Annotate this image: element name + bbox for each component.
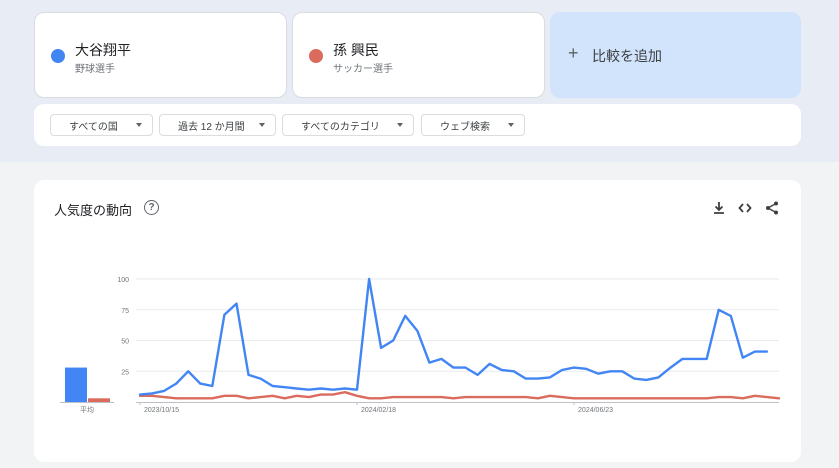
caret-down-icon — [136, 123, 142, 127]
category-filter-label: すべてのカテゴリ — [301, 121, 380, 133]
caret-down-icon — [397, 123, 403, 127]
y-tick-label: 25 — [121, 369, 129, 376]
interest-chart: 平均 25 50 75 100 2023/10/15 2024/02/18 2024/06/2… — [60, 277, 781, 414]
x-tick-label: 2023/10/15 — [144, 407, 179, 414]
category-filter[interactable]: すべてのカテゴリ — [282, 114, 414, 136]
country-filter[interactable]: すべての国 — [50, 114, 153, 136]
country-filter-label: すべての国 — [69, 121, 118, 133]
average-label: 平均 — [80, 405, 94, 414]
y-tick-label: 100 — [117, 277, 129, 284]
term-card-2[interactable]: 孫 興民 サッカー選手 — [292, 12, 545, 98]
caret-down-icon — [508, 123, 514, 127]
filter-bar: すべての国 過去 12 か月間 すべてのカテゴリ ウェブ検索 — [34, 104, 801, 146]
term-card-1[interactable]: 大谷翔平 野球選手 — [34, 12, 287, 98]
average-bar — [88, 398, 110, 402]
term-2-name: 孫 興民 — [333, 42, 379, 58]
period-filter[interactable]: 過去 12 か月間 — [159, 114, 276, 136]
term-1-name: 大谷翔平 — [75, 42, 131, 58]
series-line-term-1 — [138, 277, 769, 396]
caret-down-icon — [259, 123, 265, 127]
x-tick-label: 2024/02/18 — [361, 407, 396, 414]
add-compare-button[interactable]: + 比較を追加 — [550, 12, 801, 98]
period-filter-label: 過去 12 か月間 — [178, 121, 245, 133]
series-line-term-2 — [138, 390, 781, 400]
search-type-filter[interactable]: ウェブ検索 — [421, 114, 525, 136]
y-tick-label: 75 — [121, 308, 129, 315]
term-1-color-dot — [51, 49, 65, 63]
add-compare-label: 比較を追加 — [592, 48, 662, 64]
term-2-color-dot — [309, 49, 323, 63]
average-bar — [65, 367, 87, 402]
search-type-filter-label: ウェブ検索 — [440, 121, 490, 133]
y-tick-label: 50 — [121, 339, 129, 346]
term-2-subtitle: サッカー選手 — [333, 64, 393, 75]
plus-icon: + — [568, 43, 579, 63]
x-tick-label: 2024/06/23 — [578, 407, 613, 414]
interest-over-time-card: 人気度の動向 ? 平均 25 50 75 100 2023/10/15 2024/02/18… — [34, 180, 801, 462]
term-1-subtitle: 野球選手 — [75, 64, 115, 75]
